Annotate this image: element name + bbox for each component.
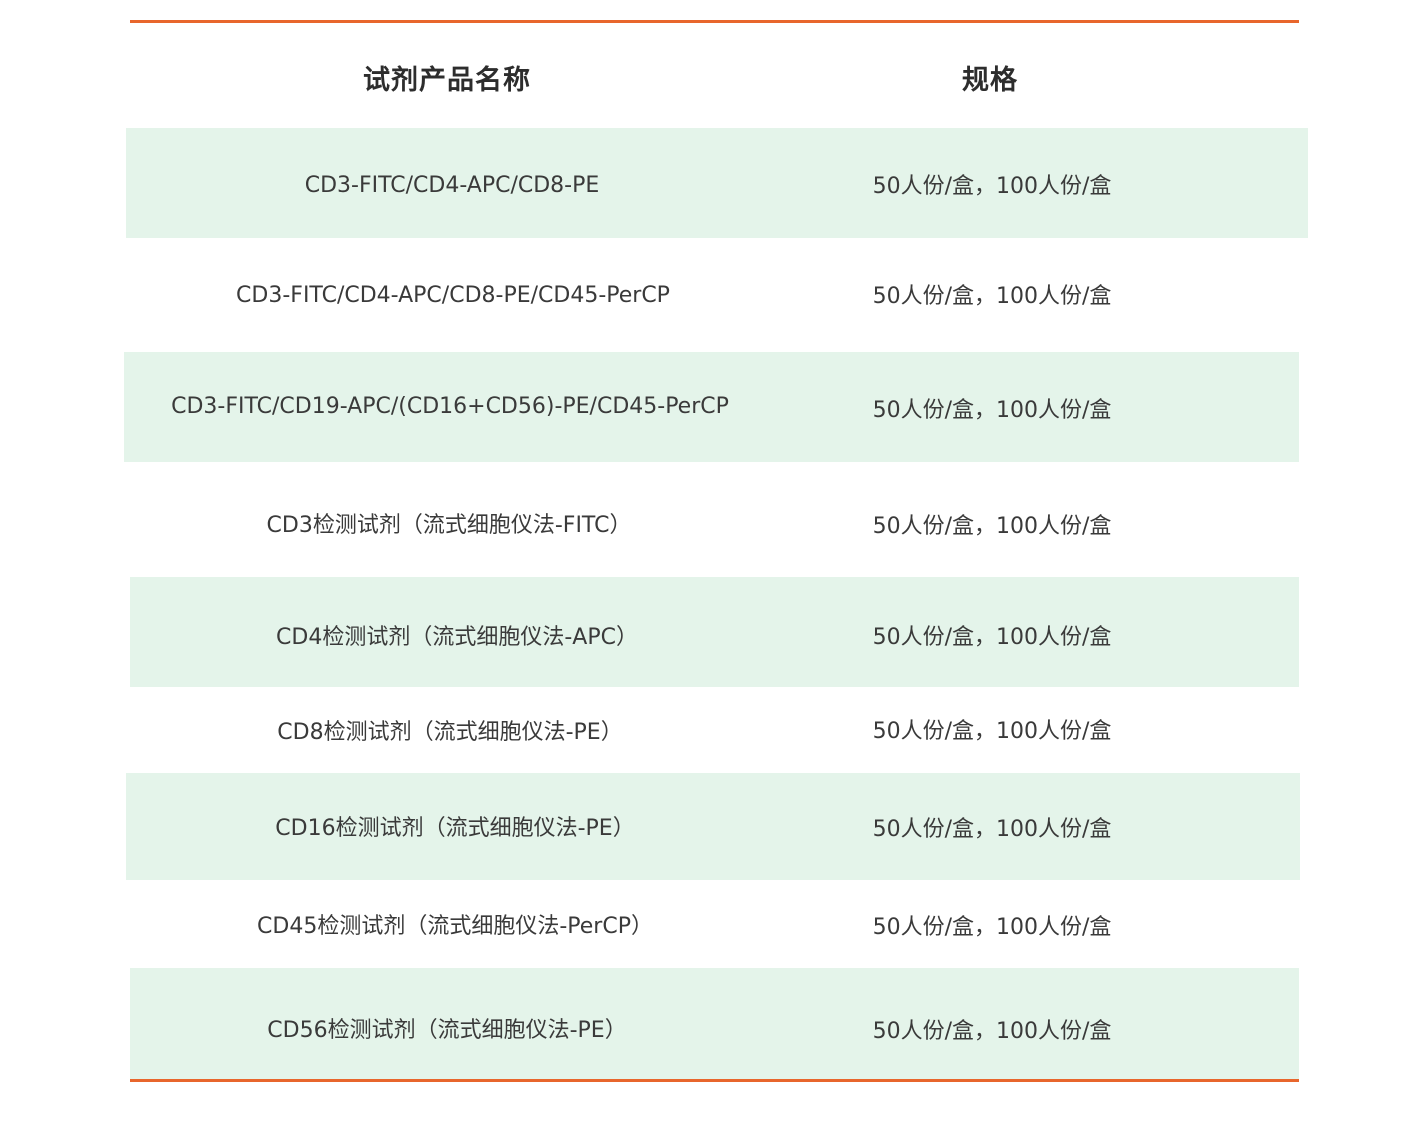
header-specification: 规格 [962,65,1018,96]
product-name-cell: CD3-FITC/CD19-APC/(CD16+CD56)-PE/CD45-Pe… [171,394,729,419]
product-name-cell: CD3-FITC/CD4-APC/CD8-PE [304,173,600,198]
specification-cell: 50人份/盒，100人份/盒 [872,284,1112,309]
product-name-cell: CD4检测试剂（流式细胞仪法-APC） [276,625,638,650]
product-name-cell: CD3检测试剂（流式细胞仪法-FITC） [266,513,632,538]
specification-cell: 50人份/盒，100人份/盒 [872,174,1112,199]
product-name-cell: CD3-FITC/CD4-APC/CD8-PE/CD45-PerCP [236,283,670,308]
table-bottom-rule [130,1079,1299,1082]
specification-cell: 50人份/盒，100人份/盒 [872,1019,1112,1044]
product-name-cell: CD45检测试剂（流式细胞仪法-PerCP） [257,914,653,939]
product-name-cell: CD56检测试剂（流式细胞仪法-PE） [267,1018,627,1043]
table-row [126,128,1308,238]
specification-cell: 50人份/盒，100人份/盒 [872,514,1112,539]
header-product-name: 试剂产品名称 [363,65,531,96]
specification-cell: 50人份/盒，100人份/盒 [872,625,1112,650]
specification-cell: 50人份/盒，100人份/盒 [872,915,1112,940]
product-name-cell: CD8检测试剂（流式细胞仪法-PE） [277,720,623,745]
product-name-cell: CD16检测试剂（流式细胞仪法-PE） [275,816,635,841]
specification-cell: 50人份/盒，100人份/盒 [872,719,1112,744]
specification-cell: 50人份/盒，100人份/盒 [872,398,1112,423]
specification-cell: 50人份/盒，100人份/盒 [872,817,1112,842]
table-top-rule [130,20,1299,23]
